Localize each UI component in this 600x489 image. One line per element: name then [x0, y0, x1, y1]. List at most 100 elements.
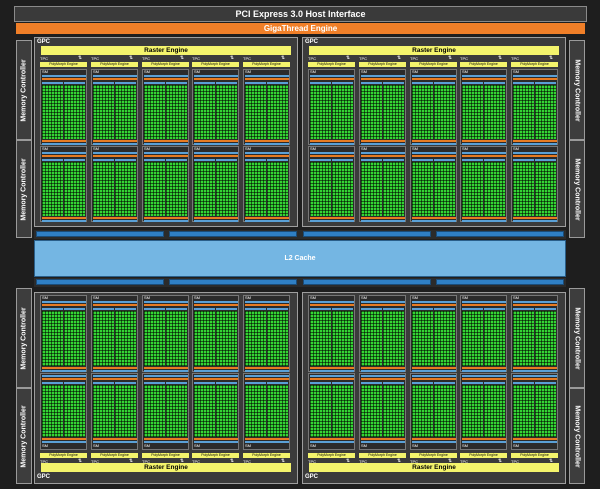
texture-unit-bar [93, 370, 137, 372]
arrow-icon: ⇅ [280, 55, 286, 61]
cuda-core-grid [310, 162, 331, 216]
load-store-bar [513, 438, 557, 440]
sm-cache-bar [383, 308, 404, 310]
cuda-core-grid [42, 162, 63, 216]
load-store-bar [194, 140, 238, 142]
sm-cache-bar [144, 82, 165, 84]
tpc-label: TPC [142, 459, 150, 464]
cuda-core-grid [144, 85, 165, 139]
l2-segment [36, 279, 164, 285]
texture-unit-bar [245, 143, 289, 145]
texture-unit-bar [93, 220, 137, 222]
tpc-block: TPC ⇅ PolyMorph Engine SM SM [510, 56, 559, 224]
sm-block: SM [308, 295, 355, 372]
polymorph-engine: PolyMorph Engine [192, 62, 239, 67]
register-file [462, 304, 506, 306]
texture-unit-bar [361, 143, 405, 145]
sm-cache-bar [513, 382, 534, 384]
arrow-icon: ⇅ [548, 458, 554, 464]
cuda-core-grid [361, 85, 382, 139]
instruction-cache [361, 152, 405, 154]
cuda-core-grid [332, 85, 353, 139]
sm-label: SM [194, 69, 200, 74]
cuda-core-grid [484, 85, 505, 139]
arrow-icon: ⇅ [396, 55, 402, 61]
load-store-bar [144, 367, 188, 369]
sm-label: SM [462, 69, 468, 74]
cuda-core-grid [462, 85, 483, 139]
register-file [194, 155, 238, 157]
texture-unit-bar [462, 370, 506, 372]
host-interface-bar: PCI Express 3.0 Host Interface [14, 6, 587, 22]
sm-block: SM [460, 295, 507, 372]
cuda-core-grid [216, 85, 237, 139]
cuda-core-grid [166, 385, 187, 437]
arrow-icon: ⇅ [396, 458, 402, 464]
sm-block: SM [410, 146, 457, 222]
register-file [42, 155, 86, 157]
tpc-block: TPC ⇅ PolyMorph Engine SM SM [39, 56, 88, 224]
instruction-cache [513, 75, 557, 77]
sm-label: SM [245, 295, 251, 300]
cuda-core-grid [332, 311, 353, 366]
polymorph-engine: PolyMorph Engine [142, 62, 189, 67]
register-file [310, 304, 354, 306]
polymorph-engine: PolyMorph Engine [40, 62, 87, 67]
sm-label: SM [513, 443, 519, 448]
cuda-core-grid [115, 311, 136, 366]
cuda-core-grid [64, 162, 85, 216]
register-file [310, 378, 354, 380]
cuda-core-grid [332, 385, 353, 437]
register-file [144, 155, 188, 157]
sm-cache-bar [93, 82, 114, 84]
instruction-cache [513, 152, 557, 154]
load-store-bar [412, 438, 456, 440]
texture-unit-bar [194, 220, 238, 222]
sm-label: SM [194, 443, 200, 448]
memory-controller-right-1: Memory Controller [569, 40, 585, 140]
tpc-block: SM SM PolyMorph Engine TPC ⇅ [510, 295, 559, 465]
instruction-cache [412, 375, 456, 377]
load-store-bar [245, 140, 289, 142]
tpc-label: TPC [460, 56, 468, 61]
register-file [42, 78, 86, 80]
sm-cache-bar [216, 382, 237, 384]
sm-block: SM [243, 373, 290, 450]
tpc-block: SM SM PolyMorph Engine TPC ⇅ [459, 295, 508, 465]
load-store-bar [42, 438, 86, 440]
instruction-cache [361, 301, 405, 303]
sm-cache-bar [310, 82, 331, 84]
cuda-core-grid [245, 162, 266, 216]
instruction-cache [462, 152, 506, 154]
sm-cache-bar [93, 159, 114, 161]
texture-unit-bar [412, 441, 456, 443]
sm-block: SM [308, 69, 355, 145]
sm-block: SM [460, 146, 507, 222]
cuda-core-grid [383, 85, 404, 139]
polymorph-engine: PolyMorph Engine [511, 62, 558, 67]
l2-segment [436, 279, 564, 285]
sm-cache-bar [310, 308, 331, 310]
load-store-bar [194, 367, 238, 369]
load-store-bar [245, 367, 289, 369]
cuda-core-grid [310, 311, 331, 366]
sm-block: SM [91, 69, 138, 145]
cuda-core-grid [93, 85, 114, 139]
texture-unit-bar [194, 370, 238, 372]
sm-cache-bar [144, 382, 165, 384]
cuda-core-grid [93, 385, 114, 437]
arrow-icon: ⇅ [77, 458, 83, 464]
sm-cache-bar [332, 82, 353, 84]
register-file [194, 378, 238, 380]
cuda-core-grid [310, 85, 331, 139]
cuda-core-grid [535, 162, 556, 216]
cuda-core-grid [166, 162, 187, 216]
arrow-icon: ⇅ [548, 55, 554, 61]
sm-block: SM [359, 69, 406, 145]
sm-cache-bar [245, 159, 266, 161]
texture-unit-bar [93, 441, 137, 443]
sm-cache-bar [194, 159, 215, 161]
texture-unit-bar [412, 370, 456, 372]
load-store-bar [412, 217, 456, 219]
sm-label: SM [310, 443, 316, 448]
